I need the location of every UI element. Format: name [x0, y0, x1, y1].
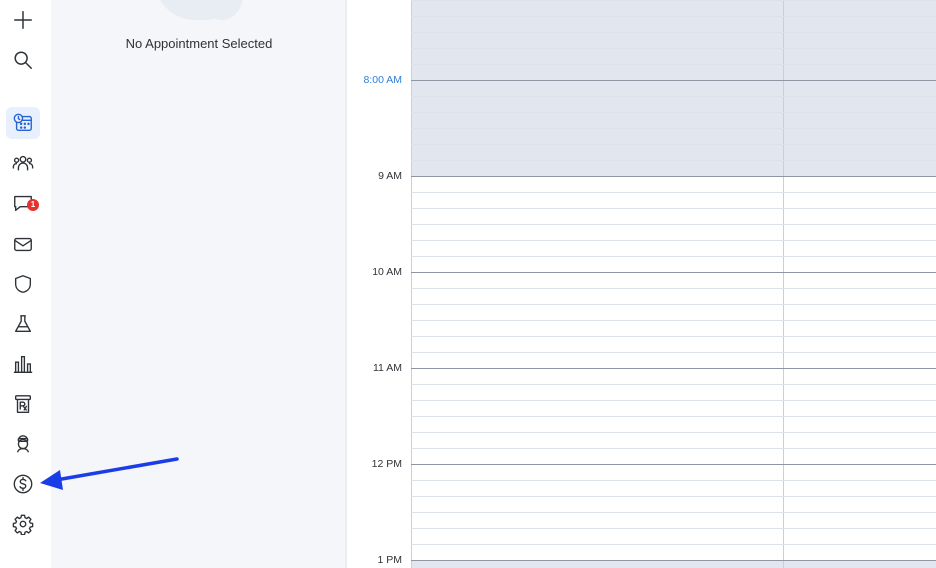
slot-gridline [411, 544, 936, 545]
plus-icon [14, 11, 32, 29]
mail-icon [14, 237, 32, 252]
patients-button[interactable] [6, 147, 40, 179]
messages-button[interactable]: 1 [6, 187, 40, 219]
hour-gridline [411, 176, 936, 177]
hour-label: 10 AM [372, 266, 402, 278]
hour-label: 12 PM [371, 458, 402, 470]
slot-gridline [411, 96, 936, 97]
reports-button[interactable] [6, 348, 40, 380]
hour-gridline [411, 80, 936, 81]
prescriptions-button[interactable] [6, 388, 40, 420]
hour-gridline [411, 464, 936, 465]
flask-icon [14, 315, 32, 333]
slot-gridline [411, 432, 936, 433]
time-axis: 8:00 AM 9 AM 10 AM 11 AM 12 PM 1 PM [347, 0, 411, 568]
search-button[interactable] [6, 44, 40, 76]
insurance-button[interactable] [6, 268, 40, 300]
dollar-icon [13, 474, 33, 494]
rx-icon [14, 395, 32, 413]
calendar-clock-icon [13, 113, 32, 132]
hour-label: 9 AM [378, 170, 402, 182]
slot-gridline [411, 192, 936, 193]
slot-gridline [411, 448, 936, 449]
calendar-button[interactable] [6, 107, 40, 139]
people-icon [12, 155, 34, 171]
slot-gridline [411, 160, 936, 161]
hour-gridline [411, 368, 936, 369]
slot-gridline [411, 480, 936, 481]
slot-gridline [411, 144, 936, 145]
time-slot-grid[interactable] [411, 0, 936, 568]
hour-label: 11 AM [373, 362, 402, 374]
slot-gridline [411, 64, 936, 65]
slot-gridline [411, 224, 936, 225]
provider-column[interactable] [784, 0, 936, 568]
slot-gridline [411, 128, 936, 129]
slot-gridline [411, 16, 936, 17]
slot-gridline [411, 336, 936, 337]
hour-gridline [411, 272, 936, 273]
slot-gridline [411, 320, 936, 321]
provider-column[interactable] [411, 0, 783, 568]
slot-gridline [411, 528, 936, 529]
no-appointment-message: No Appointment Selected [125, 36, 273, 51]
slot-gridline [411, 304, 936, 305]
slot-gridline [411, 288, 936, 289]
calendar-day-view: 8:00 AM 9 AM 10 AM 11 AM 12 PM 1 PM [347, 0, 936, 568]
new-item-button[interactable] [6, 4, 40, 36]
slot-gridline [411, 256, 936, 257]
slot-gridline [411, 48, 936, 49]
bar-chart-icon [13, 355, 33, 373]
slot-gridline [411, 208, 936, 209]
shield-icon [14, 275, 32, 293]
search-icon [14, 51, 32, 69]
messages-badge: 1 [27, 199, 39, 211]
labs-button[interactable] [6, 308, 40, 340]
doctor-icon [16, 435, 30, 453]
sidebar: 1 [0, 0, 52, 568]
slot-gridline [411, 112, 936, 113]
column-divider [411, 0, 412, 568]
slot-gridline [411, 0, 936, 1]
slot-gridline [411, 496, 936, 497]
column-divider [783, 0, 784, 568]
providers-button[interactable] [6, 428, 40, 460]
slot-gridline [411, 400, 936, 401]
mail-button[interactable] [6, 228, 40, 260]
slot-gridline [411, 240, 936, 241]
hour-gridline [411, 560, 936, 561]
gear-icon [12, 514, 34, 535]
settings-button[interactable] [6, 508, 40, 540]
slot-gridline [411, 416, 936, 417]
slot-gridline [411, 32, 936, 33]
slot-gridline [411, 352, 936, 353]
slot-gridline [411, 384, 936, 385]
appointment-panel: No Appointment Selected [51, 0, 347, 568]
current-time-label: 8:00 AM [363, 74, 402, 86]
billing-button[interactable] [6, 468, 40, 500]
slot-gridline [411, 512, 936, 513]
hour-label: 1 PM [377, 554, 402, 566]
